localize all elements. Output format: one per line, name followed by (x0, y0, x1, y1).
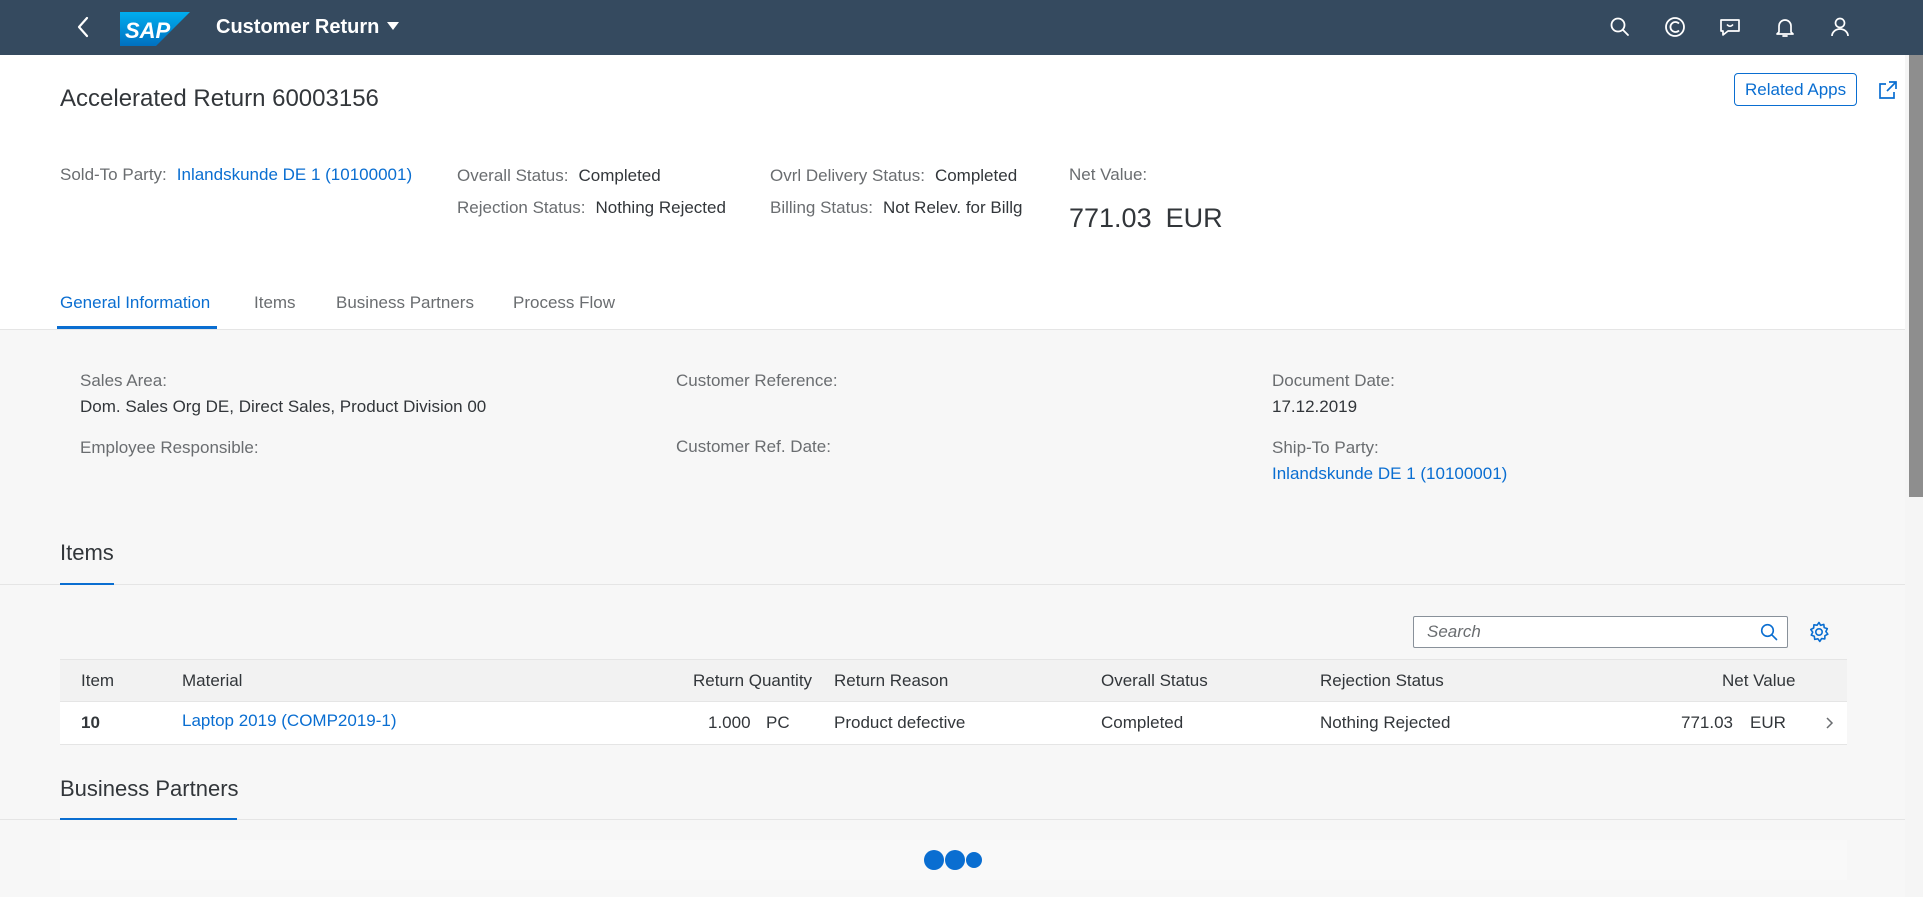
tab-business-partners[interactable]: Business Partners (336, 293, 474, 313)
bell-icon[interactable] (1773, 15, 1797, 39)
document-date-value: 17.12.2019 (1272, 397, 1358, 416)
items-section-divider (0, 584, 1905, 585)
material-link[interactable]: Laptop 2019 (COMP2019-1) (182, 711, 397, 731)
net-value-label: Net Value: (1069, 165, 1148, 184)
delivery-status-attribute: Ovrl Delivery Status: Completed (770, 166, 1017, 186)
page-title: Accelerated Return 60003156 (60, 85, 379, 112)
business-partners-section-title: Business Partners (60, 776, 239, 801)
search-input[interactable] (1414, 617, 1744, 647)
gear-icon[interactable] (1807, 620, 1831, 644)
overall-status-label: Overall Status: (457, 166, 569, 185)
sold-to-attribute: Sold-To Party: Inlandskunde DE 1 (1010000… (60, 165, 412, 185)
column-header-overall-status[interactable]: Overall Status (1101, 671, 1208, 691)
share-icon[interactable] (1877, 79, 1899, 101)
items-table-header: Item Material Return Quantity Return Rea… (60, 659, 1847, 702)
customer-ref-date-label: Customer Ref. Date: (676, 437, 831, 456)
column-header-rejection-status[interactable]: Rejection Status (1320, 671, 1444, 691)
app-title: Customer Return (216, 16, 380, 38)
delivery-status-value: Completed (934, 166, 1018, 185)
tab-items[interactable]: Items (254, 293, 296, 313)
search-icon[interactable] (1608, 15, 1632, 39)
sap-logo[interactable]: SAP (120, 12, 190, 46)
active-tab-indicator (57, 326, 217, 329)
app-title-menu[interactable]: Customer Return (216, 16, 400, 39)
copilot-icon[interactable] (1663, 15, 1687, 39)
tab-general-information[interactable]: General Information (60, 293, 210, 313)
tab-process-flow[interactable]: Process Flow (513, 293, 615, 313)
net-value: 771.03 EUR (1069, 203, 1223, 234)
scrollbar-thumb[interactable] (1909, 55, 1923, 497)
row-overall-status: Completed (1101, 713, 1184, 732)
rejection-status-attribute: Rejection Status: Nothing Rejected (457, 198, 726, 218)
busy-dot (945, 850, 965, 870)
sold-to-label: Sold-To Party: (60, 165, 167, 184)
item-number: 10 (81, 713, 100, 732)
rejection-status-label: Rejection Status: (457, 198, 586, 217)
billing-status-label: Billing Status: (770, 198, 873, 217)
return-quantity: 1.000 (708, 713, 751, 732)
items-search-field[interactable] (1413, 616, 1788, 648)
feedback-icon[interactable] (1718, 15, 1742, 39)
chevron-right-icon[interactable] (1822, 715, 1836, 731)
table-row[interactable]: 10 Laptop 2019 (COMP2019-1) 1.000 PC Pro… (60, 702, 1847, 745)
busy-dot (966, 852, 982, 868)
page-scrollbar[interactable] (1905, 55, 1923, 897)
business-partners-underline (60, 818, 237, 820)
busy-dot (924, 850, 944, 870)
delivery-status-label: Ovrl Delivery Status: (770, 166, 925, 185)
business-partners-divider (0, 819, 1905, 820)
overall-status-attribute: Overall Status: Completed (457, 166, 661, 186)
back-icon[interactable] (72, 14, 96, 40)
row-currency: EUR (1750, 713, 1786, 732)
related-apps-button[interactable]: Related Apps (1734, 73, 1858, 106)
items-section-title: Items (60, 540, 114, 565)
sales-area-value: Dom. Sales Org DE, Direct Sales, Product… (80, 397, 487, 416)
items-section-underline (60, 583, 114, 585)
net-value-currency: EUR (1165, 203, 1223, 233)
document-date-label: Document Date: (1272, 371, 1395, 390)
tab-bar: General Information Items Business Partn… (0, 283, 1905, 330)
billing-status-value: Not Relev. for Billg (883, 198, 1023, 217)
column-header-return-reason[interactable]: Return Reason (834, 671, 948, 691)
shell-bar: SAP Customer Return (0, 0, 1923, 55)
user-icon[interactable] (1828, 15, 1852, 39)
search-icon[interactable] (1759, 622, 1779, 642)
rejection-status-value: Nothing Rejected (595, 198, 726, 217)
svg-text:SAP: SAP (125, 18, 171, 43)
ship-to-label: Ship-To Party: (1272, 438, 1379, 457)
caret-down-icon (387, 22, 400, 30)
employee-responsible-label: Employee Responsible: (80, 438, 259, 457)
quantity-unit: PC (766, 713, 790, 732)
overall-status-value: Completed (578, 166, 661, 185)
object-header: Accelerated Return 60003156 Related Apps… (0, 55, 1905, 330)
sales-area-label: Sales Area: (80, 371, 167, 390)
customer-reference-label: Customer Reference: (676, 371, 838, 390)
column-header-return-quantity[interactable]: Return Quantity (693, 671, 812, 691)
ship-to-link[interactable]: Inlandskunde DE 1 (10100001) (1272, 464, 1507, 484)
billing-status-attribute: Billing Status: Not Relev. for Billg (770, 198, 1023, 218)
busy-indicator (60, 840, 1847, 880)
net-value-amount: 771.03 (1069, 203, 1152, 233)
row-rejection-status: Nothing Rejected (1320, 713, 1451, 732)
column-header-material[interactable]: Material (182, 671, 242, 691)
column-header-item[interactable]: Item (81, 671, 114, 691)
column-header-net-value[interactable]: Net Value (1722, 671, 1795, 691)
return-reason: Product defective (834, 713, 966, 732)
sold-to-link[interactable]: Inlandskunde DE 1 (10100001) (177, 165, 412, 184)
row-net-value: 771.03 (1681, 713, 1733, 732)
